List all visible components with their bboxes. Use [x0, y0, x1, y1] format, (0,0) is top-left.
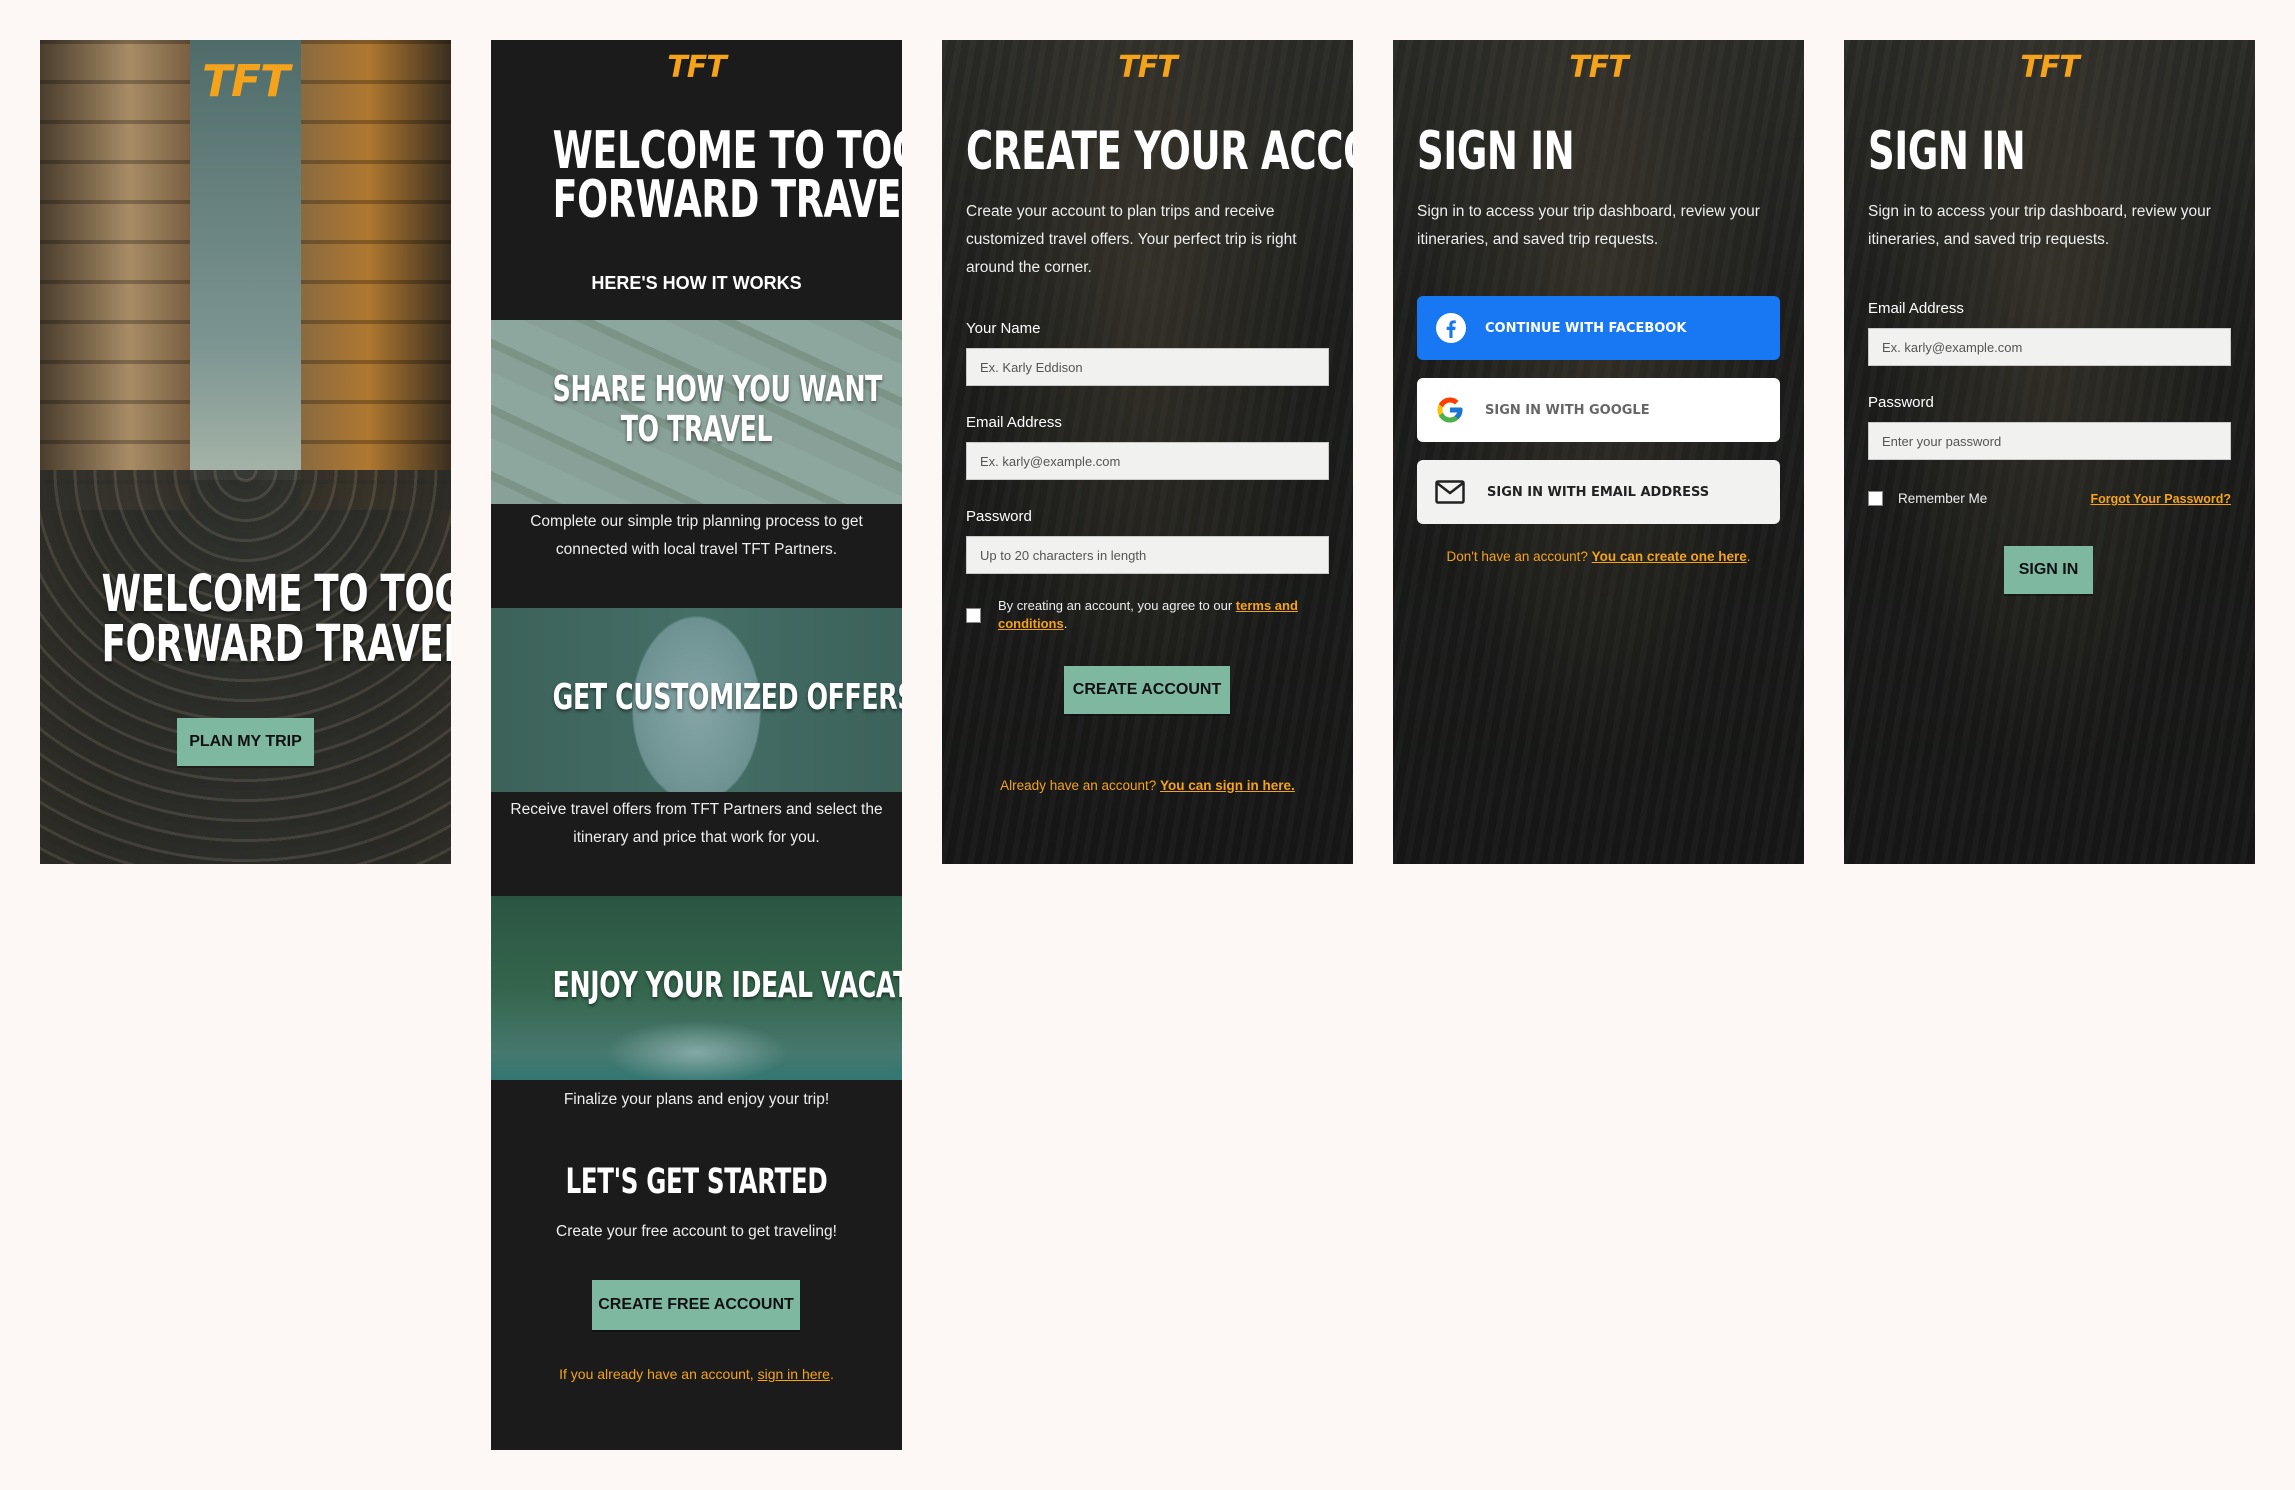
sign-in-prompt: If you already have an account, sign in …: [559, 1366, 834, 1382]
remember-me-checkbox[interactable]: [1868, 491, 1883, 506]
step-1-description: Complete our simple trip planning proces…: [530, 513, 863, 558]
create-account-link[interactable]: You can create one here: [1592, 549, 1747, 564]
sign-in-link[interactable]: You can sign in here.: [1160, 778, 1295, 793]
password-label: Password: [1868, 394, 1934, 411]
create-free-account-button[interactable]: CREATE FREE ACCOUNT: [592, 1280, 800, 1330]
lets-get-started-description: Create your free account to get travelin…: [556, 1223, 837, 1240]
terms-checkbox[interactable]: [966, 608, 981, 623]
envelope-icon: [1435, 480, 1465, 504]
email-label: Email Address: [1868, 300, 1964, 317]
tft-logo: TFT: [1569, 50, 1628, 85]
name-input[interactable]: Ex. Karly Eddison: [966, 348, 1329, 386]
step-3-title: ENJOY YOUR IDEAL VACATION: [552, 965, 902, 1006]
terms-text: By creating an account, you agree to our…: [998, 598, 1298, 631]
email-input[interactable]: Ex. karly@example.com: [1868, 328, 2231, 366]
password-input[interactable]: Enter your password: [1868, 422, 2231, 460]
page-title: CREATE YOUR ACCOUNT: [966, 121, 1353, 182]
password-label: Password: [966, 508, 1032, 525]
page-title: SIGN IN: [1417, 121, 1575, 182]
step-2-title: GET CUSTOMIZED OFFERS: [552, 677, 902, 718]
sign-in-with-email-button[interactable]: SIGN IN WITH EMAIL ADDRESS: [1417, 460, 1780, 524]
forgot-password-link[interactable]: Forgot Your Password?: [2090, 492, 2231, 506]
page-description: Sign in to access your trip dashboard, r…: [1417, 203, 1760, 248]
plan-my-trip-button[interactable]: PLAN MY TRIP: [177, 718, 314, 766]
page-title: SIGN IN: [1868, 121, 2026, 182]
create-account-screen: TFT CREATE YOUR ACCOUNT Create your acco…: [942, 40, 1353, 864]
tft-logo: TFT: [201, 56, 290, 107]
how-it-works-subtitle: HERE'S HOW IT WORKS: [591, 273, 802, 293]
tft-logo: TFT: [667, 50, 726, 85]
how-it-works-screen: TFT WELCOME TO TOGETHER FORWARD TRAVEL H…: [491, 40, 902, 1450]
page-description: Sign in to access your trip dashboard, r…: [1868, 203, 2211, 248]
email-label: Email Address: [966, 414, 1062, 431]
sign-in-with-google-button[interactable]: SIGN IN WITH GOOGLE: [1417, 378, 1780, 442]
create-account-prompt: Don't have an account? You can create on…: [1446, 549, 1751, 564]
buildings-left-image: [40, 40, 190, 510]
step-1-title: SHARE HOW YOU WANT TO TRAVEL: [552, 369, 883, 450]
lets-get-started-title: LET'S GET STARTED: [565, 1162, 828, 1202]
sign-in-options-screen: TFT SIGN IN Sign in to access your trip …: [1393, 40, 1804, 864]
buildings-right-image: [301, 40, 451, 510]
continue-with-facebook-button[interactable]: CONTINUE WITH FACEBOOK: [1417, 296, 1780, 360]
tft-logo: TFT: [1118, 50, 1177, 85]
welcome-title: WELCOME TO TOGETHER FORWARD TRAVEL: [101, 565, 451, 674]
create-account-button[interactable]: CREATE ACCOUNT: [1064, 666, 1230, 714]
facebook-icon: [1436, 313, 1466, 343]
email-input[interactable]: Ex. karly@example.com: [966, 442, 1329, 480]
name-label: Your Name: [966, 320, 1041, 337]
welcome-screen: TFT WELCOME TO TOGETHER FORWARD TRAVEL P…: [40, 40, 451, 864]
google-icon: [1437, 397, 1463, 423]
tft-logo: TFT: [2020, 50, 2079, 85]
sign-in-email-screen: TFT SIGN IN Sign in to access your trip …: [1844, 40, 2255, 864]
step-2-description: Receive travel offers from TFT Partners …: [510, 801, 883, 846]
password-input[interactable]: Up to 20 characters in length: [966, 536, 1329, 574]
welcome-title: WELCOME TO TOGETHER FORWARD TRAVEL: [552, 121, 902, 230]
page-description: Create your account to plan trips and re…: [966, 203, 1297, 276]
sign-in-button[interactable]: SIGN IN: [2004, 546, 2093, 594]
sign-in-link[interactable]: sign in here: [758, 1366, 830, 1382]
terms-link[interactable]: terms and: [1236, 598, 1298, 613]
step-3-description: Finalize your plans and enjoy your trip!: [563, 1091, 830, 1108]
sign-in-prompt: Already have an account? You can sign in…: [1000, 778, 1295, 793]
conditions-link[interactable]: conditions: [998, 616, 1064, 631]
remember-me-label: Remember Me: [1898, 491, 1988, 506]
